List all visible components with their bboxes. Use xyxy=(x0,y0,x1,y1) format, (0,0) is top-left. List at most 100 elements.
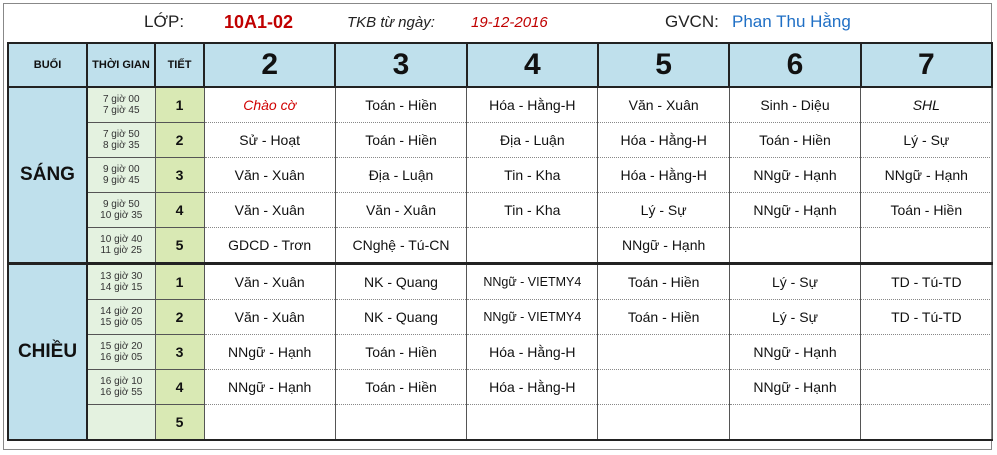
lesson-cell: Địa - Luận xyxy=(334,157,468,193)
lesson-cell: Hóa - Hằng-H xyxy=(597,122,730,158)
col-header-day: 5 xyxy=(596,42,731,88)
table-row: 9 giờ 50 10 giờ 35 4 Văn - Xuân Văn - Xuân Ti… xyxy=(8,192,993,228)
timetable: BUỔI THỜI GIAN TIẾT 2 3 4 5 6 7 SÁNG 7 gi… xyxy=(7,42,994,441)
lesson-cell: Văn - Xuân xyxy=(334,192,468,228)
title-bar: LỚP: 10A1-02 TKB từ ngày: 19-12-2016 GVC… xyxy=(4,4,991,38)
time-end: 10 giờ 35 xyxy=(100,210,143,221)
time-start: 9 giờ 50 xyxy=(102,199,140,210)
lesson-cell: Chào cờ xyxy=(203,87,336,123)
table-row: 7 giờ 50 8 giờ 35 2 Sử - Hoạt Toán - Hiền Địa… xyxy=(8,122,993,158)
lesson-cell: Toán - Hiền xyxy=(334,122,468,158)
lesson-cell: Hóa - Hằng-H xyxy=(466,334,599,370)
period-number: 3 xyxy=(154,157,205,193)
lesson-cell xyxy=(334,404,468,441)
table-row: 10 giờ 40 11 giờ 25 5 GDCD - Trơn CNghệ - Tú… xyxy=(8,227,993,264)
period-number: 3 xyxy=(154,334,205,370)
lesson-cell xyxy=(597,404,730,441)
table-row: CHIỀU 13 giờ 30 14 giờ 15 1 Văn - Xuân NK - Q… xyxy=(7,262,993,441)
lesson-cell xyxy=(728,404,862,441)
lesson-cell: Toán - Hiền xyxy=(597,299,730,335)
session-label: CHIỀU xyxy=(7,262,88,441)
time-end: 15 giờ 05 xyxy=(100,317,143,328)
time-start: 7 giờ 00 xyxy=(102,94,140,105)
period-number: 4 xyxy=(154,192,205,228)
lesson-cell xyxy=(860,404,993,441)
lesson-cell xyxy=(860,369,993,405)
header-row: BUỔI THỜI GIAN TIẾT 2 3 4 5 6 7 xyxy=(7,42,994,88)
time-end: 14 giờ 15 xyxy=(100,282,143,293)
time-range: 13 giờ 30 14 giờ 15 xyxy=(86,262,156,300)
table-row: 16 giờ 10 16 giờ 55 4 NNgữ - Hạnh Toán - Hiề… xyxy=(8,369,993,405)
lesson-cell: NNgữ - Hạnh xyxy=(728,192,862,228)
col-header-day: 4 xyxy=(465,42,599,88)
time-range xyxy=(86,404,156,441)
lesson-cell: Toán - Hiền xyxy=(334,369,468,405)
time-start: 13 giờ 30 xyxy=(100,271,143,282)
period-number: 2 xyxy=(154,299,205,335)
time-start: 15 giờ 20 xyxy=(100,341,143,352)
table-row: SÁNG 7 giờ 00 7 giờ 45 1 Chào cờ Toán - Hiền H… xyxy=(7,86,993,265)
lesson-cell xyxy=(597,334,730,370)
lesson-cell: Toán - Hiền xyxy=(597,262,730,300)
lesson-cell: NNgữ - Hạnh xyxy=(728,334,862,370)
period-number: 5 xyxy=(154,404,205,441)
lesson-cell: Toán - Hiền xyxy=(860,192,993,228)
time-range: 7 giờ 00 7 giờ 45 xyxy=(86,86,156,123)
period-number: 1 xyxy=(154,262,205,300)
homeroom-teacher: Phan Thu Hằng xyxy=(732,12,851,31)
period-number: 2 xyxy=(154,122,205,158)
time-start: 16 giờ 10 xyxy=(100,376,143,387)
lesson-cell: Lý - Sự xyxy=(728,262,862,300)
time-range: 10 giờ 40 11 giờ 25 xyxy=(86,227,156,264)
time-end: 11 giờ 25 xyxy=(100,245,142,256)
time-range: 14 giờ 20 15 giờ 05 xyxy=(86,299,156,335)
lesson-cell: NNgữ - Hạnh xyxy=(203,369,336,405)
schedule-date: 19-12-2016 xyxy=(471,14,548,31)
timetable-body: SÁNG 7 giờ 00 7 giờ 45 1 Chào cờ Toán - Hiền H… xyxy=(7,86,993,441)
lesson-cell: Văn - Xuân xyxy=(203,262,336,300)
lesson-cell xyxy=(860,334,993,370)
lesson-cell: CNghệ - Tú-CN xyxy=(334,227,468,264)
lesson-cell: Văn - Xuân xyxy=(203,299,336,335)
schedule-date-label: TKB từ ngày: xyxy=(347,14,435,31)
col-header-day: 7 xyxy=(859,42,994,88)
period-number: 1 xyxy=(154,86,205,123)
lesson-cell: NNgữ - VIETMY4 xyxy=(466,299,599,335)
lesson-cell: Văn - Xuân xyxy=(597,87,730,123)
lesson-cell xyxy=(860,227,993,264)
lesson-cell xyxy=(597,369,730,405)
table-row: 9 giờ 00 9 giờ 45 3 Văn - Xuân Địa - Luận Tin… xyxy=(8,157,993,193)
lesson-cell xyxy=(466,227,599,264)
lesson-cell xyxy=(203,404,336,441)
col-header-day: 2 xyxy=(202,42,337,88)
class-label: LỚP: xyxy=(144,12,185,31)
table-row: 15 giờ 20 16 giờ 05 3 NNgữ - Hạnh Toán - Hiề… xyxy=(8,334,993,370)
col-header-period: TIẾT xyxy=(154,42,205,88)
col-header-session: BUỔI xyxy=(7,42,88,88)
lesson-cell: NNgữ - Hạnh xyxy=(860,157,993,193)
class-name: 10A1-02 xyxy=(224,12,294,32)
lesson-cell: TD - Tú-TD xyxy=(860,299,993,335)
lesson-cell: Lý - Sự xyxy=(728,299,862,335)
time-range: 7 giờ 50 8 giờ 35 xyxy=(86,122,156,158)
lesson-cell: NNgữ - VIETMY4 xyxy=(466,262,599,300)
time-start: 7 giờ 50 xyxy=(102,129,140,140)
lesson-cell: Hóa - Hằng-H xyxy=(466,369,599,405)
time-end: 7 giờ 45 xyxy=(102,105,140,116)
lesson-cell: Sinh - Diệu xyxy=(728,87,862,123)
col-header-day: 6 xyxy=(728,42,862,88)
time-range: 9 giờ 50 10 giờ 35 xyxy=(86,192,156,228)
time-range: 15 giờ 20 16 giờ 05 xyxy=(86,334,156,370)
lesson-cell: NNgữ - Hạnh xyxy=(728,157,862,193)
timetable-sheet: LỚP: 10A1-02 TKB từ ngày: 19-12-2016 GVC… xyxy=(3,3,994,450)
time-range: 16 giờ 10 16 giờ 55 xyxy=(86,369,156,405)
lesson-cell: Văn - Xuân xyxy=(203,192,336,228)
lesson-cell xyxy=(466,404,599,441)
lesson-cell: NNgữ - Hạnh xyxy=(728,369,862,405)
time-end: 16 giờ 55 xyxy=(100,387,143,398)
lesson-cell: Địa - Luận xyxy=(466,122,599,158)
period-number: 4 xyxy=(154,369,205,405)
time-end: 8 giờ 35 xyxy=(102,140,140,151)
time-start: 14 giờ 20 xyxy=(100,306,143,317)
lesson-cell xyxy=(728,227,862,264)
